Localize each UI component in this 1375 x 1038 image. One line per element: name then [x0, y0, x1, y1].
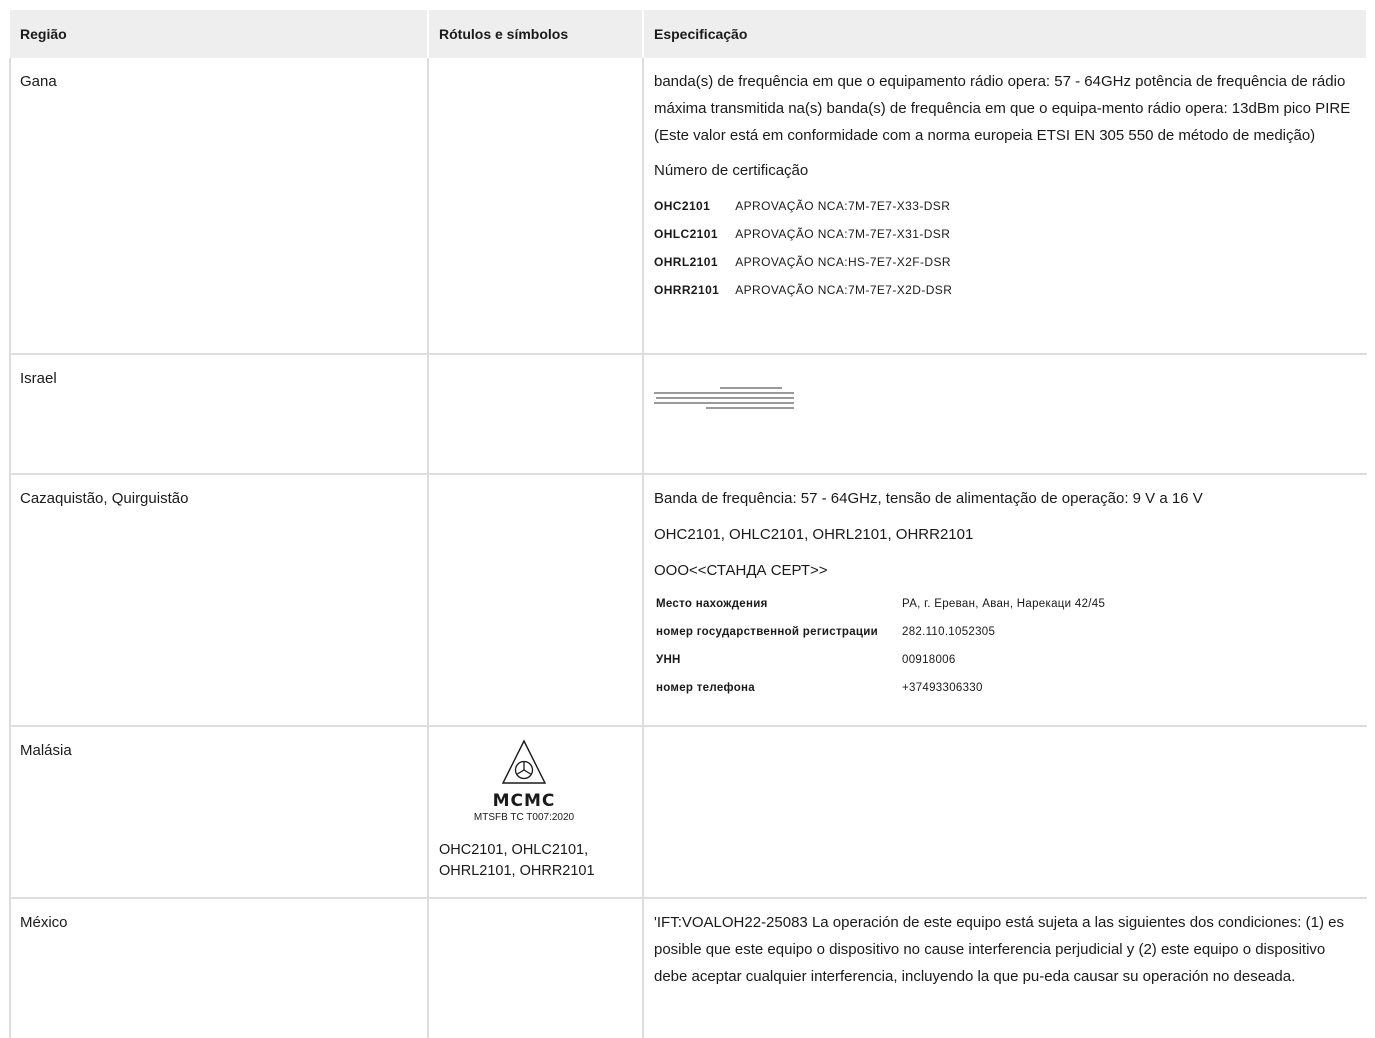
- mcmc-wordmark: MCMC: [492, 791, 556, 811]
- spec-cell: [643, 726, 1367, 899]
- detail-value: РА, г. Ереван, Аван, Нарекаци 42/45: [902, 598, 1106, 610]
- spec-cell: 'IFT:VOALOH22-25083 La operación de este…: [643, 898, 1367, 1038]
- labels-cell: MCMC MTSFB TC T007:2020 OHC2101, OHLC210…: [428, 726, 644, 899]
- spec-company: ООО<<СТАНДА СЕРТ>>: [654, 562, 828, 579]
- detail-key: номер государственной регистрации: [656, 626, 879, 638]
- region-cell: Cazaquistão, Quirguistão: [9, 474, 429, 727]
- region-cell: Malásia: [9, 726, 429, 899]
- detail-value: +37493306330: [902, 682, 983, 694]
- detail-row: Место нахождения РА, г. Ереван, Аван, На…: [656, 590, 1105, 618]
- malaysia-models: OHC2101, OHLC2101, OHRL2101, OHRR2101: [439, 842, 595, 879]
- header-specification: Especificação: [643, 10, 1368, 58]
- region-cell: México: [9, 898, 429, 1038]
- cert-approval: APROVAÇÃO NCA:HS-7E7-X2F-DSR: [735, 255, 951, 269]
- spec-cell: [643, 354, 1367, 475]
- detail-key: номер телефона: [656, 682, 755, 694]
- cert-row: OHC2101 APROVAÇÃO NCA:7M-7E7-X33-DSR: [654, 192, 952, 220]
- cert-number-title: Número de certificação: [654, 162, 809, 179]
- regulatory-table: Região Rótulos e símbolos Especificação …: [9, 10, 1368, 1038]
- spec-cell: Banda de frequência: 57 - 64GHz, tensão …: [643, 474, 1367, 727]
- header-region: Região: [10, 10, 429, 58]
- detail-value: 00918006: [902, 654, 956, 666]
- detail-value: 282.110.1052305: [902, 626, 996, 638]
- mcmc-triangle-icon: [501, 739, 547, 784]
- table-row-mexico: México 'IFT:VOALOH22-25083 La operación …: [9, 898, 1367, 1038]
- detail-row: УНН 00918006: [656, 646, 1105, 674]
- cert-row: OHRR2101 APROVAÇÃO NCA:7M-7E7-X2D-DSR: [654, 276, 952, 304]
- labels-cell: [428, 58, 644, 355]
- cert-code: OHC2101: [654, 199, 711, 213]
- cert-code: OHRL2101: [654, 255, 718, 269]
- header-labels-symbols: Rótulos e símbolos: [428, 10, 644, 58]
- cert-row: OHLC2101 APROVAÇÃO NCA:7M-7E7-X31-DSR: [654, 220, 952, 248]
- cert-approval: APROVAÇÃO NCA:7M-7E7-X33-DSR: [735, 199, 951, 213]
- spec-text: 'IFT:VOALOH22-25083 La operación de este…: [654, 914, 1344, 985]
- labels-cell: [428, 898, 644, 1038]
- cert-approval: APROVAÇÃO NCA:7M-7E7-X31-DSR: [735, 227, 951, 241]
- table-row-ghana: Gana banda(s) de frequência em que o equ…: [9, 58, 1367, 355]
- labels-cell: [428, 474, 644, 727]
- spec-text: banda(s) de frequência em que o equipame…: [654, 73, 1351, 144]
- table-row-malaysia: Malásia MCMC MTSFB TC T007:2020 OHC2101,…: [9, 726, 1367, 899]
- table-row-israel: Israel: [9, 354, 1367, 475]
- mcmc-logo: MCMC MTSFB TC T007:2020: [439, 739, 609, 826]
- detail-row: номер государственной регистрации 282.11…: [656, 618, 1105, 646]
- mcmc-standard: MTSFB TC T007:2020: [473, 812, 575, 823]
- detail-key: УНН: [656, 654, 681, 666]
- detail-key: Место нахождения: [656, 598, 768, 610]
- cert-code: OHLC2101: [654, 227, 718, 241]
- spec-cell: banda(s) de frequência em que o equipame…: [643, 58, 1367, 355]
- compliance-page: Região Rótulos e símbolos Especificação …: [9, 10, 1368, 1038]
- hebrew-notice-image: [654, 387, 794, 409]
- spec-frequency: Banda de frequência: 57 - 64GHz, tensão …: [654, 490, 1203, 507]
- table-row-kazakhstan: Cazaquistão, Quirguistão Banda de frequê…: [9, 474, 1367, 727]
- spec-models: OHC2101, OHLC2101, OHRL2101, OHRR2101: [654, 526, 974, 543]
- cert-table: OHC2101 APROVAÇÃO NCA:7M-7E7-X33-DSR OHL…: [654, 192, 952, 304]
- company-details-table: Место нахождения РА, г. Ереван, Аван, На…: [656, 590, 1105, 702]
- region-cell: Gana: [9, 58, 429, 355]
- cert-approval: APROVAÇÃO NCA:7M-7E7-X2D-DSR: [735, 283, 953, 297]
- cert-code: OHRR2101: [654, 283, 720, 297]
- labels-cell: [428, 354, 644, 475]
- region-cell: Israel: [9, 354, 429, 475]
- table-header-row: Região Rótulos e símbolos Especificação: [10, 10, 1368, 58]
- detail-row: номер телефона +37493306330: [656, 674, 1105, 702]
- cert-row: OHRL2101 APROVAÇÃO NCA:HS-7E7-X2F-DSR: [654, 248, 952, 276]
